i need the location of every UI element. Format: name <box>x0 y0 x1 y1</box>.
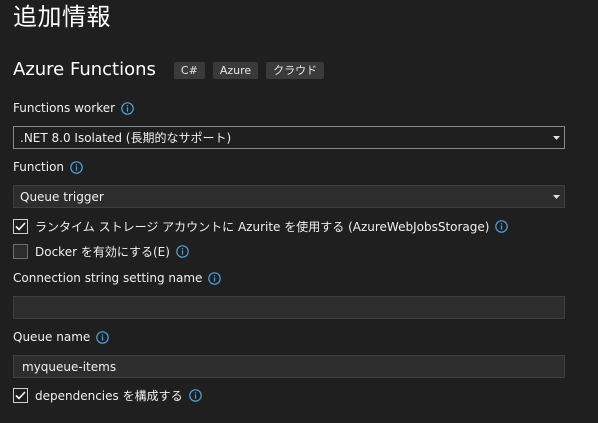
info-icon[interactable] <box>121 101 134 115</box>
azurite-checkbox[interactable] <box>13 219 28 234</box>
docker-checkbox[interactable] <box>13 244 28 259</box>
docker-label: Docker を有効にする(E) <box>35 245 170 259</box>
functions-worker-value: .NET 8.0 Isolated (長期的なサポート) <box>20 131 232 145</box>
tag-cloud: クラウド <box>266 61 325 79</box>
info-icon[interactable] <box>188 389 202 402</box>
function-value: Queue trigger <box>20 189 104 204</box>
tag-csharp: C# <box>173 61 205 79</box>
connection-string-label-text: Connection string setting name <box>13 271 203 285</box>
functions-worker-dropdown[interactable]: .NET 8.0 Isolated (長期的なサポート) <box>13 126 565 149</box>
dependencies-checkbox[interactable] <box>13 388 28 403</box>
template-header: Azure Functions C# Azure クラウド <box>13 58 325 82</box>
info-icon[interactable] <box>208 271 222 285</box>
dependencies-label: dependencies を構成する <box>35 389 183 403</box>
info-icon[interactable] <box>176 245 189 258</box>
queue-name-input[interactable]: myqueue-items <box>13 355 565 378</box>
tag-azure: Azure <box>212 61 259 79</box>
template-tags: C# Azure クラウド <box>173 61 325 79</box>
chevron-down-icon[interactable] <box>548 186 564 207</box>
function-label-text: Function <box>13 160 65 174</box>
connection-string-input[interactable] <box>13 296 565 319</box>
info-icon[interactable] <box>70 160 83 174</box>
page-title: 追加情報 <box>13 3 111 31</box>
connection-string-label: Connection string setting name <box>13 270 222 286</box>
chevron-down-icon[interactable] <box>548 127 564 148</box>
functions-worker-label-text: Functions worker <box>13 101 116 115</box>
azurite-option[interactable]: ランタイム ストレージ アカウントに Azurite を使用する (AzureW… <box>13 218 509 235</box>
queue-name-label-text: Queue name <box>13 330 91 344</box>
azurite-label: ランタイム ストレージ アカウントに Azurite を使用する (AzureW… <box>35 220 490 234</box>
dependencies-option[interactable]: dependencies を構成する <box>13 387 202 404</box>
docker-option[interactable]: Docker を有効にする(E) <box>13 243 189 260</box>
info-icon[interactable] <box>96 330 110 344</box>
info-icon[interactable] <box>495 220 509 233</box>
function-dropdown[interactable]: Queue trigger <box>13 185 565 208</box>
template-name: Azure Functions <box>13 59 156 80</box>
functions-worker-label: Functions worker <box>13 100 134 116</box>
queue-name-label: Queue name <box>13 329 110 345</box>
function-label: Function <box>13 159 83 175</box>
